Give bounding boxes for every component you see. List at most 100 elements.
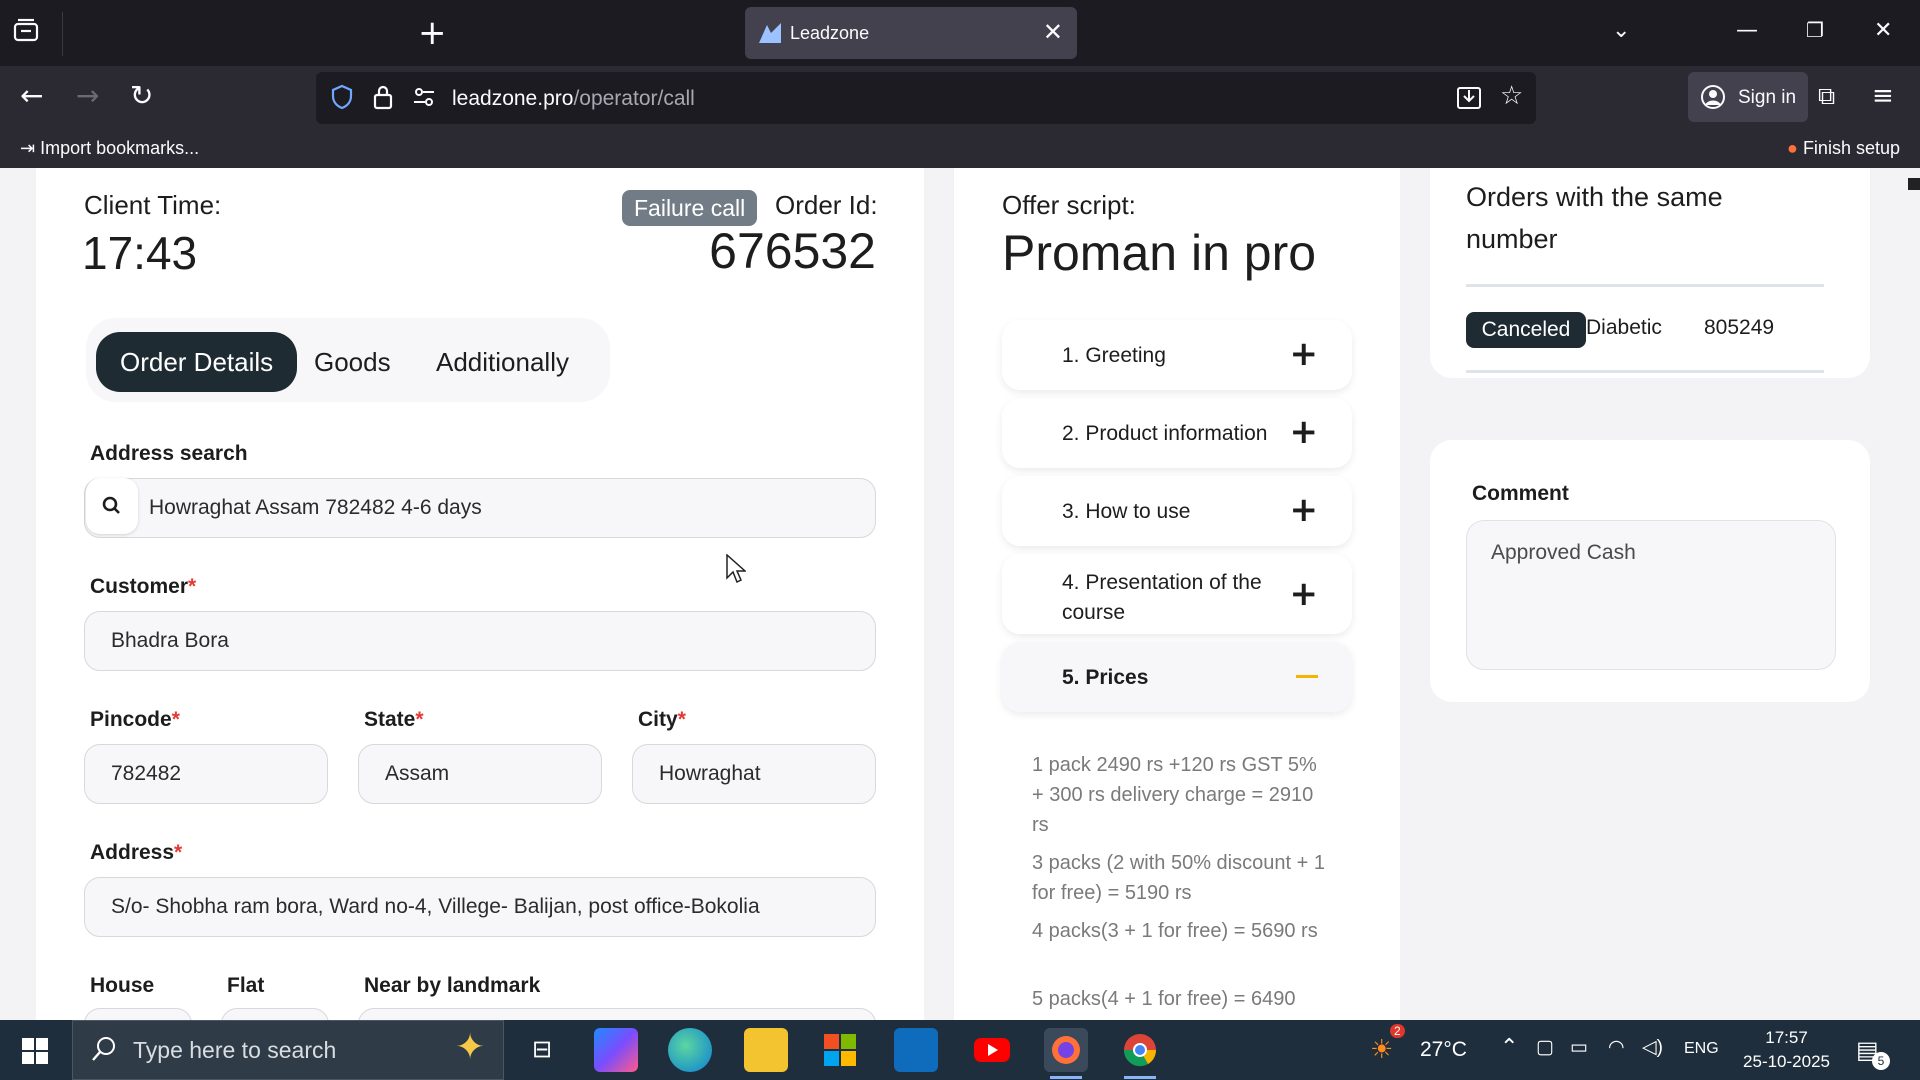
firefox-active-indicator	[1050, 1076, 1082, 1079]
state-input[interactable]: Assam	[358, 744, 602, 804]
tab-list-icon[interactable]	[12, 18, 48, 48]
close-tab-icon[interactable]: ✕	[1043, 18, 1063, 46]
price-line-1: 1 pack 2490 rs +120 rs GST 5% + 300 rs d…	[1032, 754, 1317, 836]
failure-call-badge[interactable]: Failure call	[622, 190, 758, 226]
edge-icon[interactable]	[668, 1028, 712, 1072]
menu-icon[interactable]: ≡	[1872, 82, 1894, 110]
landmark-input[interactable]	[358, 1008, 876, 1020]
status-badge: Canceled	[1466, 312, 1586, 348]
bookmark-star-icon[interactable]: ☆	[1500, 81, 1523, 111]
leadzone-favicon-icon	[757, 21, 783, 45]
city-input[interactable]: Howraghat	[632, 744, 876, 804]
customer-input[interactable]: Bhadra Bora	[84, 611, 876, 671]
language-indicator[interactable]: ENG	[1684, 1040, 1719, 1058]
price-line-3: 4 packs(3 + 1 for free) = 5690 rs	[1032, 920, 1318, 942]
tab-goods[interactable]: Goods	[314, 332, 391, 392]
extensions-icon[interactable]: ⧉	[1818, 82, 1835, 110]
tab-title: Leadzone	[790, 23, 870, 43]
plus-icon[interactable]: +	[1290, 412, 1319, 452]
meet-icon[interactable]: ▢	[1536, 1036, 1554, 1059]
window-close-icon[interactable]: ✕	[1874, 18, 1892, 43]
outlook-icon[interactable]	[894, 1028, 938, 1072]
tab-additionally[interactable]: Additionally	[436, 332, 569, 392]
sign-in-button[interactable]: Sign in	[1688, 72, 1808, 122]
save-page-icon[interactable]	[1456, 84, 1482, 115]
lock-icon[interactable]	[372, 84, 394, 115]
accordion-prices[interactable]: 5. Prices	[1002, 642, 1352, 712]
browser-tab-leadzone[interactable]: Leadzone ✕	[745, 7, 1077, 59]
comment-textarea[interactable]: Approved Cash	[1466, 520, 1836, 670]
comment-label: Comment	[1472, 482, 1569, 505]
city-label: City*	[638, 708, 686, 731]
copilot-sparkle-icon: ✦	[455, 1027, 486, 1068]
weather-badge: 2	[1390, 1024, 1405, 1038]
shield-icon[interactable]	[330, 84, 354, 115]
client-time: 17:43	[82, 227, 198, 279]
notification-count: 5	[1872, 1052, 1890, 1070]
plus-icon[interactable]: +	[1290, 490, 1319, 530]
address-search-input[interactable]: Howraghat Assam 782482 4-6 days	[84, 478, 876, 538]
chevron-up-icon[interactable]: ⌃	[1500, 1034, 1518, 1060]
weather-temp[interactable]: 27°C	[1420, 1038, 1467, 1062]
pincode-label: Pincode*	[90, 708, 180, 731]
task-view-icon[interactable]: ⊟	[520, 1028, 564, 1072]
import-bookmarks-link[interactable]: ⇥ Import bookmarks...	[20, 138, 199, 159]
wifi-icon[interactable]: ◠	[1608, 1036, 1625, 1059]
accordion-how-to-use[interactable]: 3. How to use +	[1002, 476, 1352, 546]
site-settings-icon[interactable]	[412, 84, 436, 115]
accordion-greeting[interactable]: 1. Greeting +	[1002, 320, 1352, 390]
accordion-product-information[interactable]: 2. Product information +	[1002, 398, 1352, 468]
firefox-taskbar-icon[interactable]	[1044, 1028, 1088, 1072]
flat-input[interactable]	[221, 1008, 329, 1020]
new-tab-icon[interactable]: +	[418, 16, 447, 50]
plus-icon[interactable]: +	[1290, 334, 1319, 374]
sign-in-label: Sign in	[1738, 87, 1797, 108]
tab-order-details[interactable]: Order Details	[96, 332, 298, 392]
accordion-presentation[interactable]: 4. Presentation of the course +	[1002, 554, 1352, 634]
volume-icon[interactable]: ◁)	[1642, 1036, 1663, 1059]
taskbar-clock[interactable]: 17:57 25-10-2025	[1743, 1026, 1830, 1074]
url-text[interactable]: leadzone.pro/operator/call	[452, 87, 695, 111]
file-explorer-icon[interactable]	[744, 1028, 788, 1072]
search-icon[interactable]	[86, 478, 138, 534]
price-line-4: 5 packs(4 + 1 for free) = 6490	[1032, 988, 1296, 1010]
reload-icon[interactable]: ↻	[130, 82, 153, 110]
browser-nav-bar: ← → ↻ leadzone.pro/operator/call ☆ Sign …	[0, 66, 1920, 130]
copilot-icon[interactable]	[594, 1028, 638, 1072]
tab-overflow-chevron-icon[interactable]: ⌄	[1612, 18, 1630, 43]
price-line-2: 3 packs (2 with 50% discount + 1 for fre…	[1032, 852, 1325, 904]
battery-icon[interactable]: ▭	[1570, 1036, 1588, 1059]
pincode-input[interactable]: 782482	[84, 744, 328, 804]
house-input[interactable]	[84, 1008, 192, 1020]
divider	[1466, 284, 1824, 287]
windows-start-icon[interactable]	[22, 1038, 48, 1069]
taskbar-search-box[interactable]: Type here to search ✦	[72, 1020, 504, 1080]
offer-script-label: Offer script:	[1002, 190, 1136, 220]
restore-icon[interactable]: ❐	[1806, 18, 1824, 42]
plus-icon[interactable]: +	[1290, 574, 1319, 614]
back-icon[interactable]: ←	[20, 82, 43, 110]
page-content: Client Time: 17:43 Failure call Order Id…	[0, 168, 1920, 1020]
scrollbar-thumb[interactable]	[1908, 178, 1920, 190]
mouse-cursor-icon	[726, 553, 747, 589]
weather-icon[interactable]: ☀	[1370, 1034, 1393, 1065]
microsoft-store-icon[interactable]	[818, 1028, 862, 1072]
finish-setup-link[interactable]: ● Finish setup	[1787, 138, 1900, 159]
order-id-label: Order Id:	[775, 190, 878, 220]
order-number[interactable]: 805249	[1704, 316, 1774, 340]
url-bar[interactable]: leadzone.pro/operator/call ☆	[316, 72, 1536, 124]
address-input[interactable]: S/o- Shobha ram bora, Ward no-4, Villege…	[84, 877, 876, 937]
browser-tab-bar: + Leadzone ✕ ⌄ — ❐ ✕	[0, 0, 1920, 66]
minus-icon[interactable]	[1296, 675, 1318, 678]
divider	[1466, 370, 1824, 373]
landmark-label: Near by landmark	[364, 974, 541, 997]
offer-title: Proman in pro	[1002, 225, 1317, 281]
minimize-icon[interactable]: —	[1736, 18, 1758, 43]
forward-icon[interactable]: →	[76, 82, 99, 110]
address-search-label: Address search	[90, 442, 248, 465]
youtube-icon[interactable]	[970, 1028, 1014, 1072]
search-icon	[91, 1035, 117, 1071]
flat-label: Flat	[227, 974, 265, 997]
import-icon: ⇥	[20, 138, 41, 158]
chrome-icon[interactable]	[1118, 1028, 1162, 1072]
